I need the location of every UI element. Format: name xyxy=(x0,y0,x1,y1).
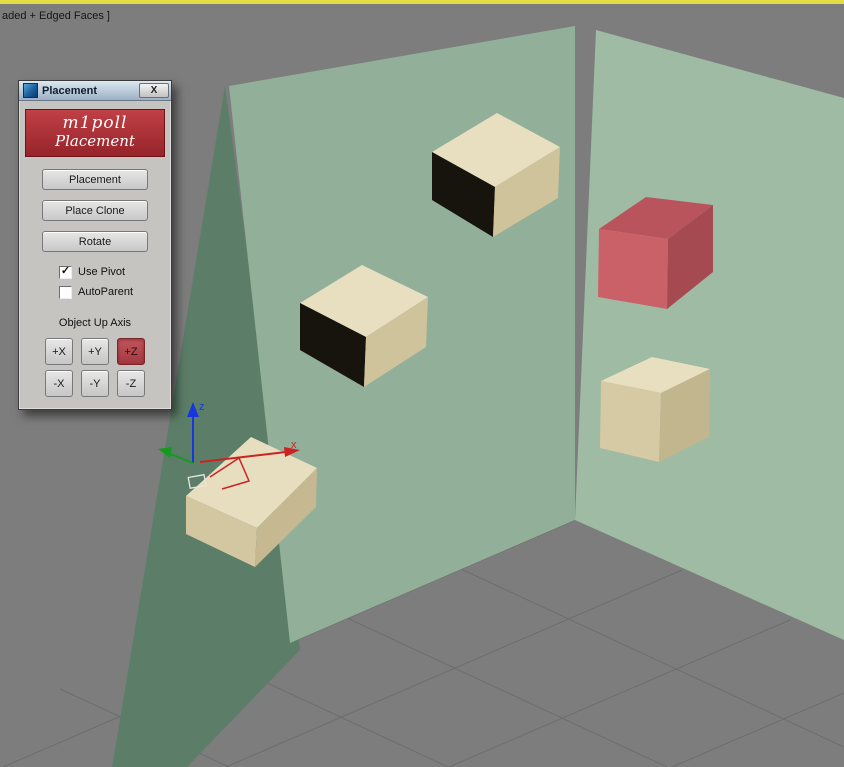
checkmark-icon: ✓ xyxy=(60,265,71,277)
close-button[interactable]: X xyxy=(139,83,169,98)
use-pivot-label: Use Pivot xyxy=(78,266,126,278)
place-clone-button[interactable]: Place Clone xyxy=(42,200,148,221)
axis-minus-y-button[interactable]: -Y xyxy=(81,370,109,397)
dialog-titlebar[interactable]: Placement X xyxy=(19,81,171,101)
dialog-body: m1poll Placement Placement Place Clone R… xyxy=(19,101,171,409)
placement-dialog: Placement X m1poll Placement Placement P… xyxy=(18,80,172,410)
rotate-button[interactable]: Rotate xyxy=(42,231,148,252)
viewport-shading-label[interactable]: aded + Edged Faces ] xyxy=(2,10,110,22)
plugin-banner-name: m1poll xyxy=(62,113,128,133)
3dsmax-icon xyxy=(23,83,38,98)
axis-plus-z-button[interactable]: +Z xyxy=(117,338,145,365)
use-pivot-checkbox[interactable]: ✓ Use Pivot xyxy=(19,262,171,282)
autoparent-checkbox-box[interactable] xyxy=(59,285,72,299)
autoparent-label: AutoParent xyxy=(78,286,134,298)
object-up-axis-label: Object Up Axis xyxy=(58,317,132,329)
plugin-banner-subtitle: Placement xyxy=(55,132,135,150)
autoparent-checkbox[interactable]: AutoParent xyxy=(19,282,171,302)
box-red-face-front[interactable] xyxy=(598,229,668,309)
axis-button-grid: +X +Y +Z -X -Y -Z xyxy=(19,338,171,397)
gizmo-z-label: z xyxy=(199,401,205,413)
placement-button[interactable]: Placement xyxy=(42,169,148,190)
box-right-lower-face-front[interactable] xyxy=(600,381,661,462)
dialog-title: Placement xyxy=(42,84,98,97)
plugin-banner: m1poll Placement xyxy=(25,109,165,157)
use-pivot-checkbox-box[interactable]: ✓ xyxy=(59,265,72,279)
axis-minus-x-button[interactable]: -X xyxy=(45,370,73,397)
gizmo-x-label: x xyxy=(291,439,297,451)
active-viewport-border xyxy=(0,0,844,4)
axis-minus-z-button[interactable]: -Z xyxy=(117,370,145,397)
axis-plus-y-button[interactable]: +Y xyxy=(81,338,109,365)
axis-plus-x-button[interactable]: +X xyxy=(45,338,73,365)
